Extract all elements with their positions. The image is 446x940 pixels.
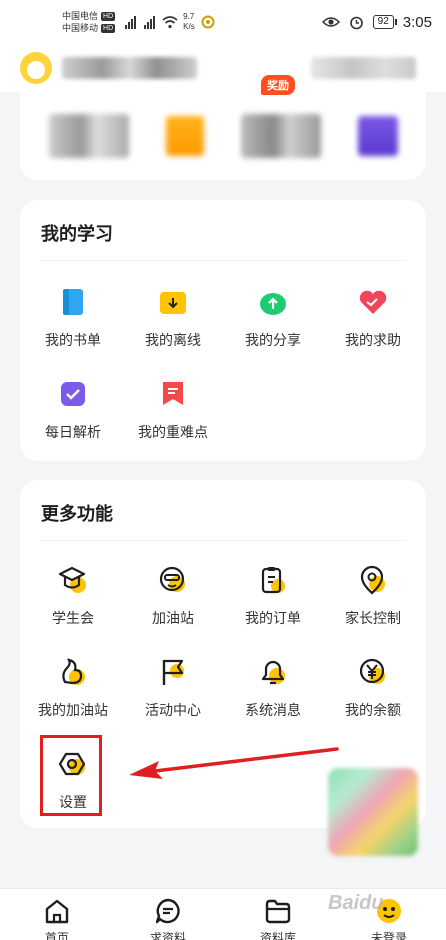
battery-icon: 92 bbox=[372, 15, 397, 29]
status-bar: 中国电信 HD 中国移动 HD 9.7 K/s 92 3:05 bbox=[0, 0, 446, 44]
face-icon bbox=[159, 566, 185, 592]
divider bbox=[41, 260, 406, 261]
study-item-label: 我的求助 bbox=[345, 332, 401, 348]
highlight-box bbox=[40, 735, 102, 816]
gesture-icon bbox=[62, 658, 85, 685]
more-item-activity-center[interactable]: 活动中心 bbox=[123, 656, 223, 720]
blurred-item bbox=[240, 114, 321, 158]
speed-unit: K/s bbox=[183, 22, 195, 31]
more-item-label: 系统消息 bbox=[245, 702, 301, 718]
home-icon bbox=[45, 899, 69, 924]
chat-icon bbox=[155, 898, 180, 924]
nav-label: 首页 bbox=[44, 931, 69, 940]
study-item-label: 我的重难点 bbox=[138, 424, 208, 440]
study-item-label: 我的书单 bbox=[45, 332, 101, 348]
reward-badge: 奖励 bbox=[261, 75, 295, 95]
nav-label: 未登录 bbox=[370, 931, 407, 940]
hd-badge: HD bbox=[101, 11, 116, 21]
carrier-info: 中国电信 HD 中国移动 HD bbox=[62, 10, 116, 34]
study-item-label: 我的分享 bbox=[245, 332, 301, 348]
parent-control-icon bbox=[360, 565, 385, 595]
folder-icon bbox=[265, 899, 291, 924]
divider bbox=[41, 540, 406, 541]
more-item-orders[interactable]: 我的订单 bbox=[223, 564, 323, 628]
blurred-item bbox=[48, 114, 129, 158]
graduation-cap-icon bbox=[58, 566, 86, 593]
nav-home[interactable]: 首页 bbox=[17, 897, 97, 940]
study-item-help[interactable]: 我的求助 bbox=[323, 286, 423, 350]
signal-icon bbox=[125, 15, 137, 29]
blurred-floating-widget[interactable] bbox=[328, 768, 418, 856]
more-item-label: 家长控制 bbox=[345, 610, 401, 626]
my-study-card: 我的学习 我的书单 我的离线 我的分享 我的求助 每日解析 我的重难点 bbox=[20, 200, 426, 461]
blurred-orange-icon bbox=[165, 116, 204, 156]
nav-label: 资料库 bbox=[259, 931, 296, 940]
my-study-title: 我的学习 bbox=[41, 224, 113, 244]
more-item-my-gas-station[interactable]: 我的加油站 bbox=[23, 656, 123, 720]
more-item-label: 加油站 bbox=[152, 610, 194, 626]
top-banner-card[interactable] bbox=[20, 92, 426, 180]
notification-app-icon bbox=[201, 15, 215, 29]
more-item-student-union[interactable]: 学生会 bbox=[23, 564, 123, 628]
clock: 3:05 bbox=[402, 13, 432, 31]
more-item-label: 我的订单 bbox=[245, 610, 301, 626]
more-item-label: 我的加油站 bbox=[38, 702, 108, 718]
study-item-share[interactable]: 我的分享 bbox=[223, 286, 323, 350]
study-item-offline[interactable]: 我的离线 bbox=[123, 286, 223, 350]
book-icon bbox=[63, 289, 83, 315]
avatar[interactable] bbox=[20, 52, 52, 84]
heart-help-icon bbox=[359, 290, 387, 314]
study-item-difficult[interactable]: 我的重难点 bbox=[123, 378, 223, 442]
wifi-icon bbox=[162, 16, 178, 29]
study-item-label: 我的离线 bbox=[145, 332, 201, 348]
nav-label: 求资料 bbox=[149, 931, 186, 940]
more-item-system-messages[interactable]: 系统消息 bbox=[223, 656, 323, 720]
carrier-1-label: 中国电信 bbox=[62, 11, 99, 21]
more-item-gas-station[interactable]: 加油站 bbox=[123, 564, 223, 628]
more-item-parent-control[interactable]: 家长控制 bbox=[323, 564, 423, 628]
daily-check-icon bbox=[61, 382, 85, 406]
flag-icon bbox=[162, 659, 184, 685]
alarm-icon bbox=[349, 16, 363, 29]
study-item-label: 每日解析 bbox=[45, 424, 101, 440]
nav-request[interactable]: 求资料 bbox=[128, 897, 208, 940]
hd-badge: HD bbox=[101, 23, 116, 33]
bell-icon bbox=[261, 660, 285, 685]
study-item-booklist[interactable]: 我的书单 bbox=[23, 286, 123, 350]
order-clipboard-icon bbox=[261, 567, 285, 594]
study-item-daily[interactable]: 每日解析 bbox=[23, 378, 123, 442]
watermark: Baidu bbox=[328, 892, 384, 914]
blurred-purple-icon bbox=[357, 116, 398, 156]
eye-icon bbox=[321, 17, 340, 27]
signal-icon bbox=[144, 15, 156, 29]
more-item-label: 活动中心 bbox=[145, 702, 201, 718]
more-functions-title: 更多功能 bbox=[41, 504, 113, 524]
offline-download-icon bbox=[160, 292, 186, 314]
bookmark-note-icon bbox=[163, 382, 183, 405]
speed-value: 9.7 bbox=[183, 12, 195, 21]
blurred-username bbox=[62, 57, 197, 79]
nav-library[interactable]: 资料库 bbox=[238, 897, 318, 940]
carrier-2-label: 中国移动 bbox=[62, 23, 99, 33]
more-item-label: 学生会 bbox=[52, 610, 94, 626]
red-arrow-annotation bbox=[129, 747, 339, 779]
profile-header[interactable] bbox=[0, 44, 446, 92]
share-icon bbox=[260, 293, 286, 315]
more-item-balance[interactable]: 我的余额 bbox=[323, 656, 423, 720]
more-item-label: 我的余额 bbox=[345, 702, 401, 718]
yen-coin-icon bbox=[359, 658, 385, 684]
network-speed: 9.7 K/s bbox=[183, 12, 195, 32]
blurred-info bbox=[311, 57, 416, 79]
